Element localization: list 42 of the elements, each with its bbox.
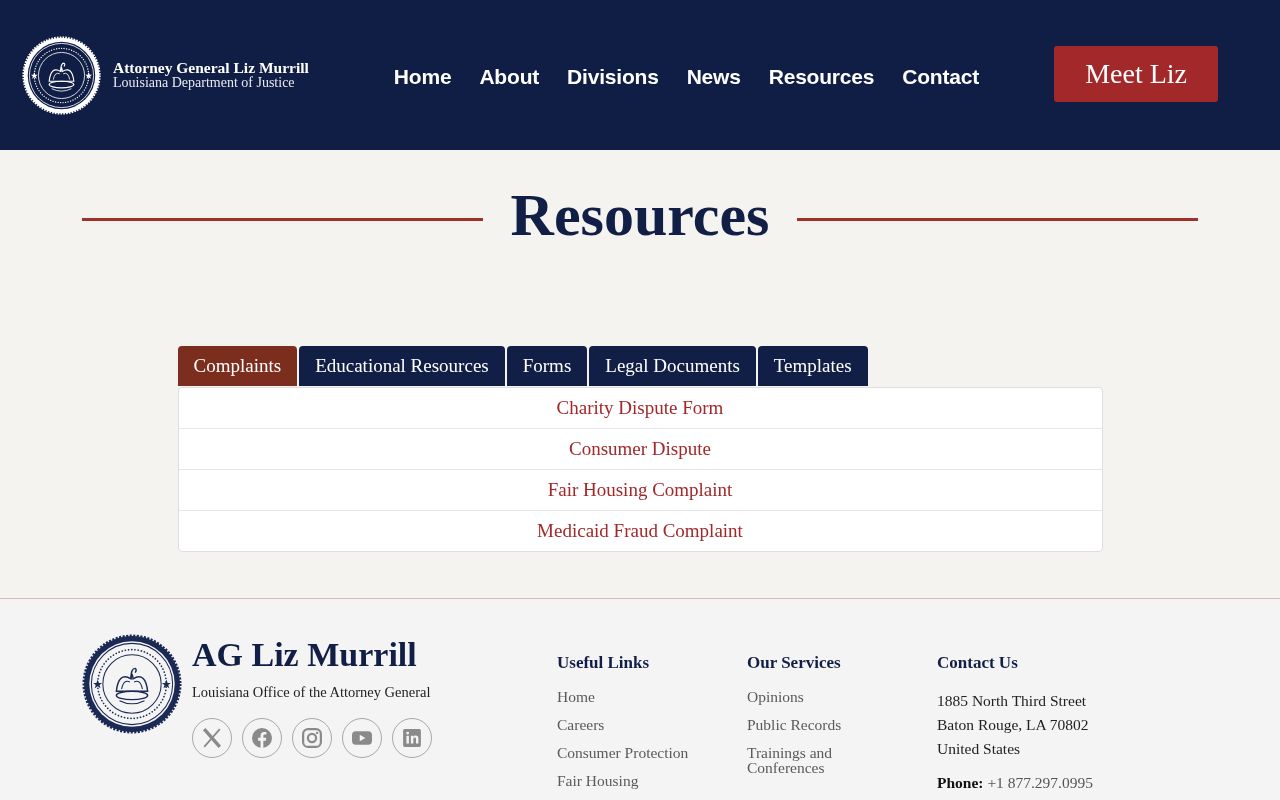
footer-link[interactable]: Fair Housing — [557, 773, 639, 788]
footer-link[interactable]: Opinions — [747, 689, 804, 704]
resource-link[interactable]: Charity Dispute Form — [556, 397, 724, 419]
nav-link[interactable]: Home — [393, 65, 452, 89]
tab[interactable]: Legal Documents — [589, 346, 756, 386]
footer-link[interactable]: Public Records — [747, 717, 842, 732]
contact-phone: Phone: +1 877.297.0995 — [937, 773, 1093, 793]
footer-heading: Contact Us — [937, 653, 1018, 673]
tab[interactable]: Educational Resources — [299, 346, 505, 386]
address-line: 1885 North Third Street — [937, 691, 1087, 711]
nav-link[interactable]: Divisions — [567, 65, 659, 89]
address-line: United States — [937, 739, 1021, 759]
seal-logo-icon — [22, 35, 101, 115]
footer-brand-title: AG Liz Murrill — [192, 635, 417, 675]
brand-subtitle: Louisiana Department of Justice — [113, 75, 295, 91]
footer-link[interactable]: Home — [557, 689, 595, 704]
nav-link[interactable]: About — [479, 65, 540, 89]
address-line: Baton Rouge, LA 70802 — [937, 715, 1089, 735]
tab[interactable]: Forms — [506, 346, 588, 386]
meet-button[interactable]: Meet Liz — [1054, 46, 1218, 102]
nav-link[interactable]: Contact — [902, 65, 980, 89]
footer-heading: Useful Links — [557, 653, 650, 673]
footer-link[interactable]: Careers — [557, 717, 605, 732]
tab[interactable]: Complaints — [177, 346, 298, 386]
resource-link[interactable]: Medicaid Fraud Complaint — [537, 520, 743, 542]
nav-link[interactable]: Resources — [768, 65, 875, 89]
seal-logo-icon — [82, 634, 182, 734]
page-title: Resources — [510, 181, 770, 250]
tab[interactable]: Templates — [757, 346, 868, 386]
in-square-icon — [402, 728, 422, 748]
footer-heading: Our Services — [747, 653, 841, 673]
footer-brand-subtitle: Louisiana Office of the Attorney General — [192, 684, 431, 701]
resource-link[interactable]: Consumer Dispute — [569, 438, 711, 460]
x-letter-icon — [202, 728, 222, 748]
footer-link[interactable]: Consumer Protection — [557, 745, 689, 760]
resource-link[interactable]: Fair Housing Complaint — [547, 479, 733, 501]
footer-link[interactable]: Trainings and Conferences — [747, 745, 887, 775]
camera-outline-icon — [302, 728, 322, 748]
nav-link[interactable]: News — [686, 65, 741, 89]
f-circle-icon — [252, 728, 272, 748]
play-button-icon — [352, 728, 372, 748]
brand-title: Attorney General Liz Murrill — [113, 59, 309, 76]
